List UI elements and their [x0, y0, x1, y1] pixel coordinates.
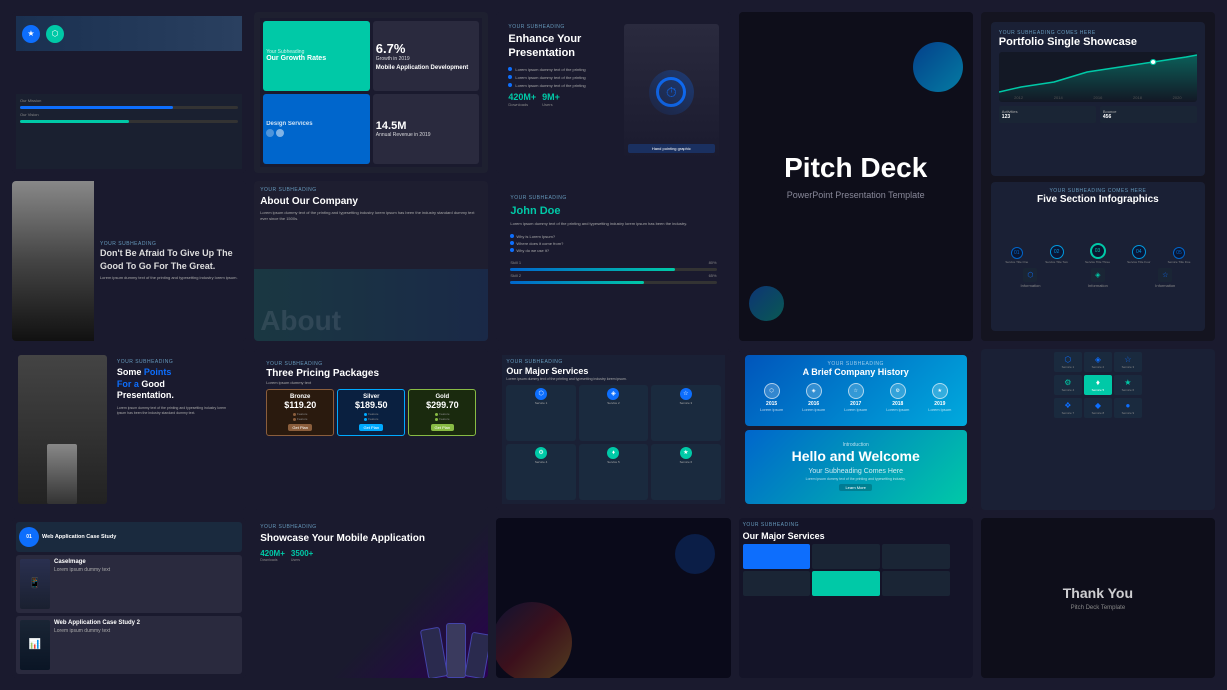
growth-stat3-label: Annual Revenue in 2019 [376, 132, 477, 138]
learn-more-button[interactable]: Learn More [839, 484, 871, 491]
gold-price: $299.70 [426, 400, 459, 410]
points-label: Your Subheading [117, 359, 236, 365]
services-title: Our Major Services [506, 366, 720, 376]
mobile-title: Showcase Your Mobile Application [260, 532, 482, 545]
service-4: Service Title Four [1127, 260, 1150, 264]
slide-about[interactable]: Your Subheading About Our Company Lorem … [254, 181, 488, 342]
enhance-label: Your Subheading [508, 24, 620, 30]
about-sublabel: Your Subheading [260, 187, 482, 193]
afraid-title: Don't Be Afraid To Give Up The Good To G… [100, 247, 240, 272]
slide-abstract[interactable] [496, 518, 730, 679]
enhance-stat2: 9M+ [542, 92, 560, 102]
slide-portfolio-infographics[interactable]: Your Subheading Comes Here Portfolio Sin… [981, 12, 1215, 341]
service-1: Service Title One [1005, 260, 1028, 264]
about-watermark: About [260, 305, 341, 337]
slide-more-services[interactable]: Your Subheading Our Major Services [739, 518, 973, 679]
slide-web-case[interactable]: 01 Web Application Case Study 📱 CaseImag… [12, 518, 246, 679]
pitch-deck-title: Pitch Deck [784, 153, 927, 184]
john-title: John Doe [510, 205, 716, 217]
enhance-stat1: 420M+ [508, 92, 536, 102]
bronze-price: $119.20 [284, 400, 316, 410]
web-case-subtitle-1: CaseImage [54, 559, 238, 565]
growth-design-title: Design Services [266, 121, 367, 127]
slide-afraid[interactable]: Your Subheading Don't Be Afraid To Give … [12, 181, 246, 342]
pricing-title: Three Pricing Packages [266, 368, 476, 379]
slide-company-history[interactable]: Your Subheading A Brief Company History … [739, 349, 973, 510]
pitch-deck-subtitle: PowerPoint Presentation Template [784, 190, 927, 200]
hello-title: Hello and Welcome [792, 448, 920, 464]
growth-stat1: 6.7% [376, 41, 477, 56]
slide-pricing[interactable]: Your Subheading Three Pricing Packages L… [254, 349, 488, 510]
slide-grid: ★ ⬡ Our Mission Our Vision Your Subhe [0, 0, 1227, 690]
mobile-stat2: 3500+ [291, 549, 313, 558]
slide-enhance[interactable]: Your Subheading Enhance Your Presentatio… [496, 12, 730, 173]
mobile-stat1: 420M+ [260, 549, 285, 558]
john-label: Your Subheading [510, 195, 716, 201]
john-body: Lorem ipsum dummy text of the printing a… [510, 221, 716, 227]
growth-title: Our Growth Rates [266, 55, 367, 62]
slide-final[interactable]: Thank You Pitch Deck Template [981, 518, 1215, 679]
slide-john-doe[interactable]: Your Subheading John Doe Lorem ipsum dum… [496, 181, 730, 342]
slide-major-services[interactable]: Your Subheading Our Major Services Lorem… [496, 349, 730, 510]
growth-stat3: 14.5M [376, 120, 477, 132]
slide-services-grid[interactable]: ⬡ Service 1 ◈ Service 2 ☆ Service 3 ⚙ Se… [981, 349, 1215, 510]
history-title: A Brief Company History [751, 367, 961, 377]
slide-mission[interactable]: ★ ⬡ Our Mission Our Vision [12, 12, 246, 173]
about-title: About Our Company [260, 195, 482, 208]
service-2: Service Title Two [1045, 260, 1068, 264]
pricing-label: Your Subheading [266, 361, 476, 367]
vision-label: Our Vision [20, 112, 238, 117]
about-body: Lorem ipsum dummy text of the printing a… [260, 210, 482, 222]
hello-subtitle: Your Subheading Comes Here [808, 468, 903, 475]
growth-stat1-label: Growth in 2019 [376, 56, 477, 62]
slide-some-points[interactable]: Your Subheading Some PointsFor a GoodPre… [12, 349, 246, 510]
more-services-label: Your Subheading [743, 522, 969, 528]
slide-pitch-deck[interactable]: Pitch Deck PowerPoint Presentation Templ… [739, 12, 973, 341]
mission-label: Our Mission [20, 98, 238, 103]
slide-growth[interactable]: Your Subheading Our Growth Rates 6.7% Gr… [254, 12, 488, 173]
slide-showcase-mobile[interactable]: Your Subheading Showcase Your Mobile App… [254, 518, 488, 679]
service-5: Service Title Five [1168, 260, 1191, 264]
web-case-subtitle-2: Web Application Case Study 2 [54, 620, 238, 626]
web-case-title-1: Web Application Case Study [42, 534, 239, 540]
more-services-title: Our Major Services [743, 531, 969, 541]
portfolio-title: Portfolio Single Showcase [999, 36, 1197, 48]
growth-mobile-title: Mobile Application Development [376, 65, 477, 71]
enhance-title: Enhance Your Presentation [508, 32, 620, 61]
service-3: Service Title Three [1085, 260, 1110, 264]
silver-price: $189.50 [355, 400, 388, 410]
services-label: Your Subheading [506, 359, 720, 365]
infographic-title: Five Section Infographics [997, 194, 1199, 205]
mobile-label: Your Subheading [260, 524, 482, 530]
